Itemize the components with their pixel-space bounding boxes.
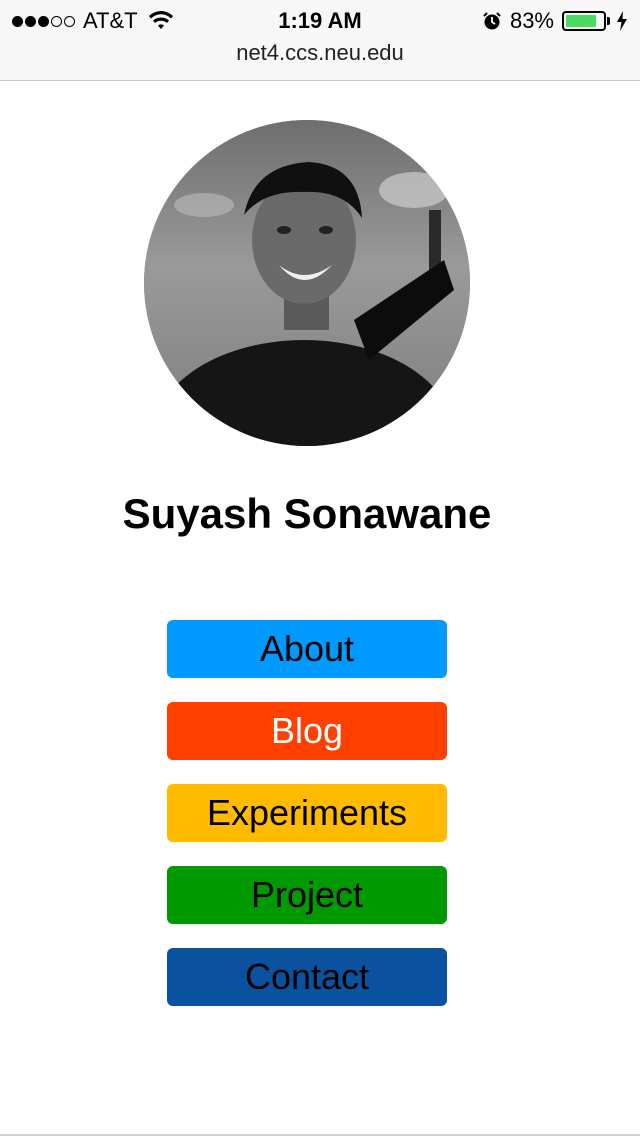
experiments-button[interactable]: Experiments — [167, 784, 447, 842]
profile-photo-image — [144, 120, 470, 446]
status-bar: AT&T 1:19 AM 83% net4.ccs.neu.edu — [0, 0, 640, 81]
charging-bolt-icon — [617, 11, 627, 31]
battery-percent: 83% — [509, 8, 554, 33]
alarm-icon — [483, 12, 501, 30]
battery-cap — [607, 17, 610, 25]
profile-photo — [144, 120, 470, 446]
blog-button[interactable]: Blog — [167, 702, 447, 760]
nav-menu: About Blog Experiments Project Contact — [167, 620, 447, 1030]
battery-icon — [562, 11, 606, 31]
battery-fill — [566, 15, 596, 27]
contact-button[interactable]: Contact — [167, 948, 447, 1006]
project-button[interactable]: Project — [167, 866, 447, 924]
address-bar-url[interactable]: net4.ccs.neu.edu — [0, 40, 640, 66]
about-button[interactable]: About — [167, 620, 447, 678]
status-right: 83% — [482, 8, 628, 34]
profile-name: Suyash Sonawane — [122, 490, 492, 537]
